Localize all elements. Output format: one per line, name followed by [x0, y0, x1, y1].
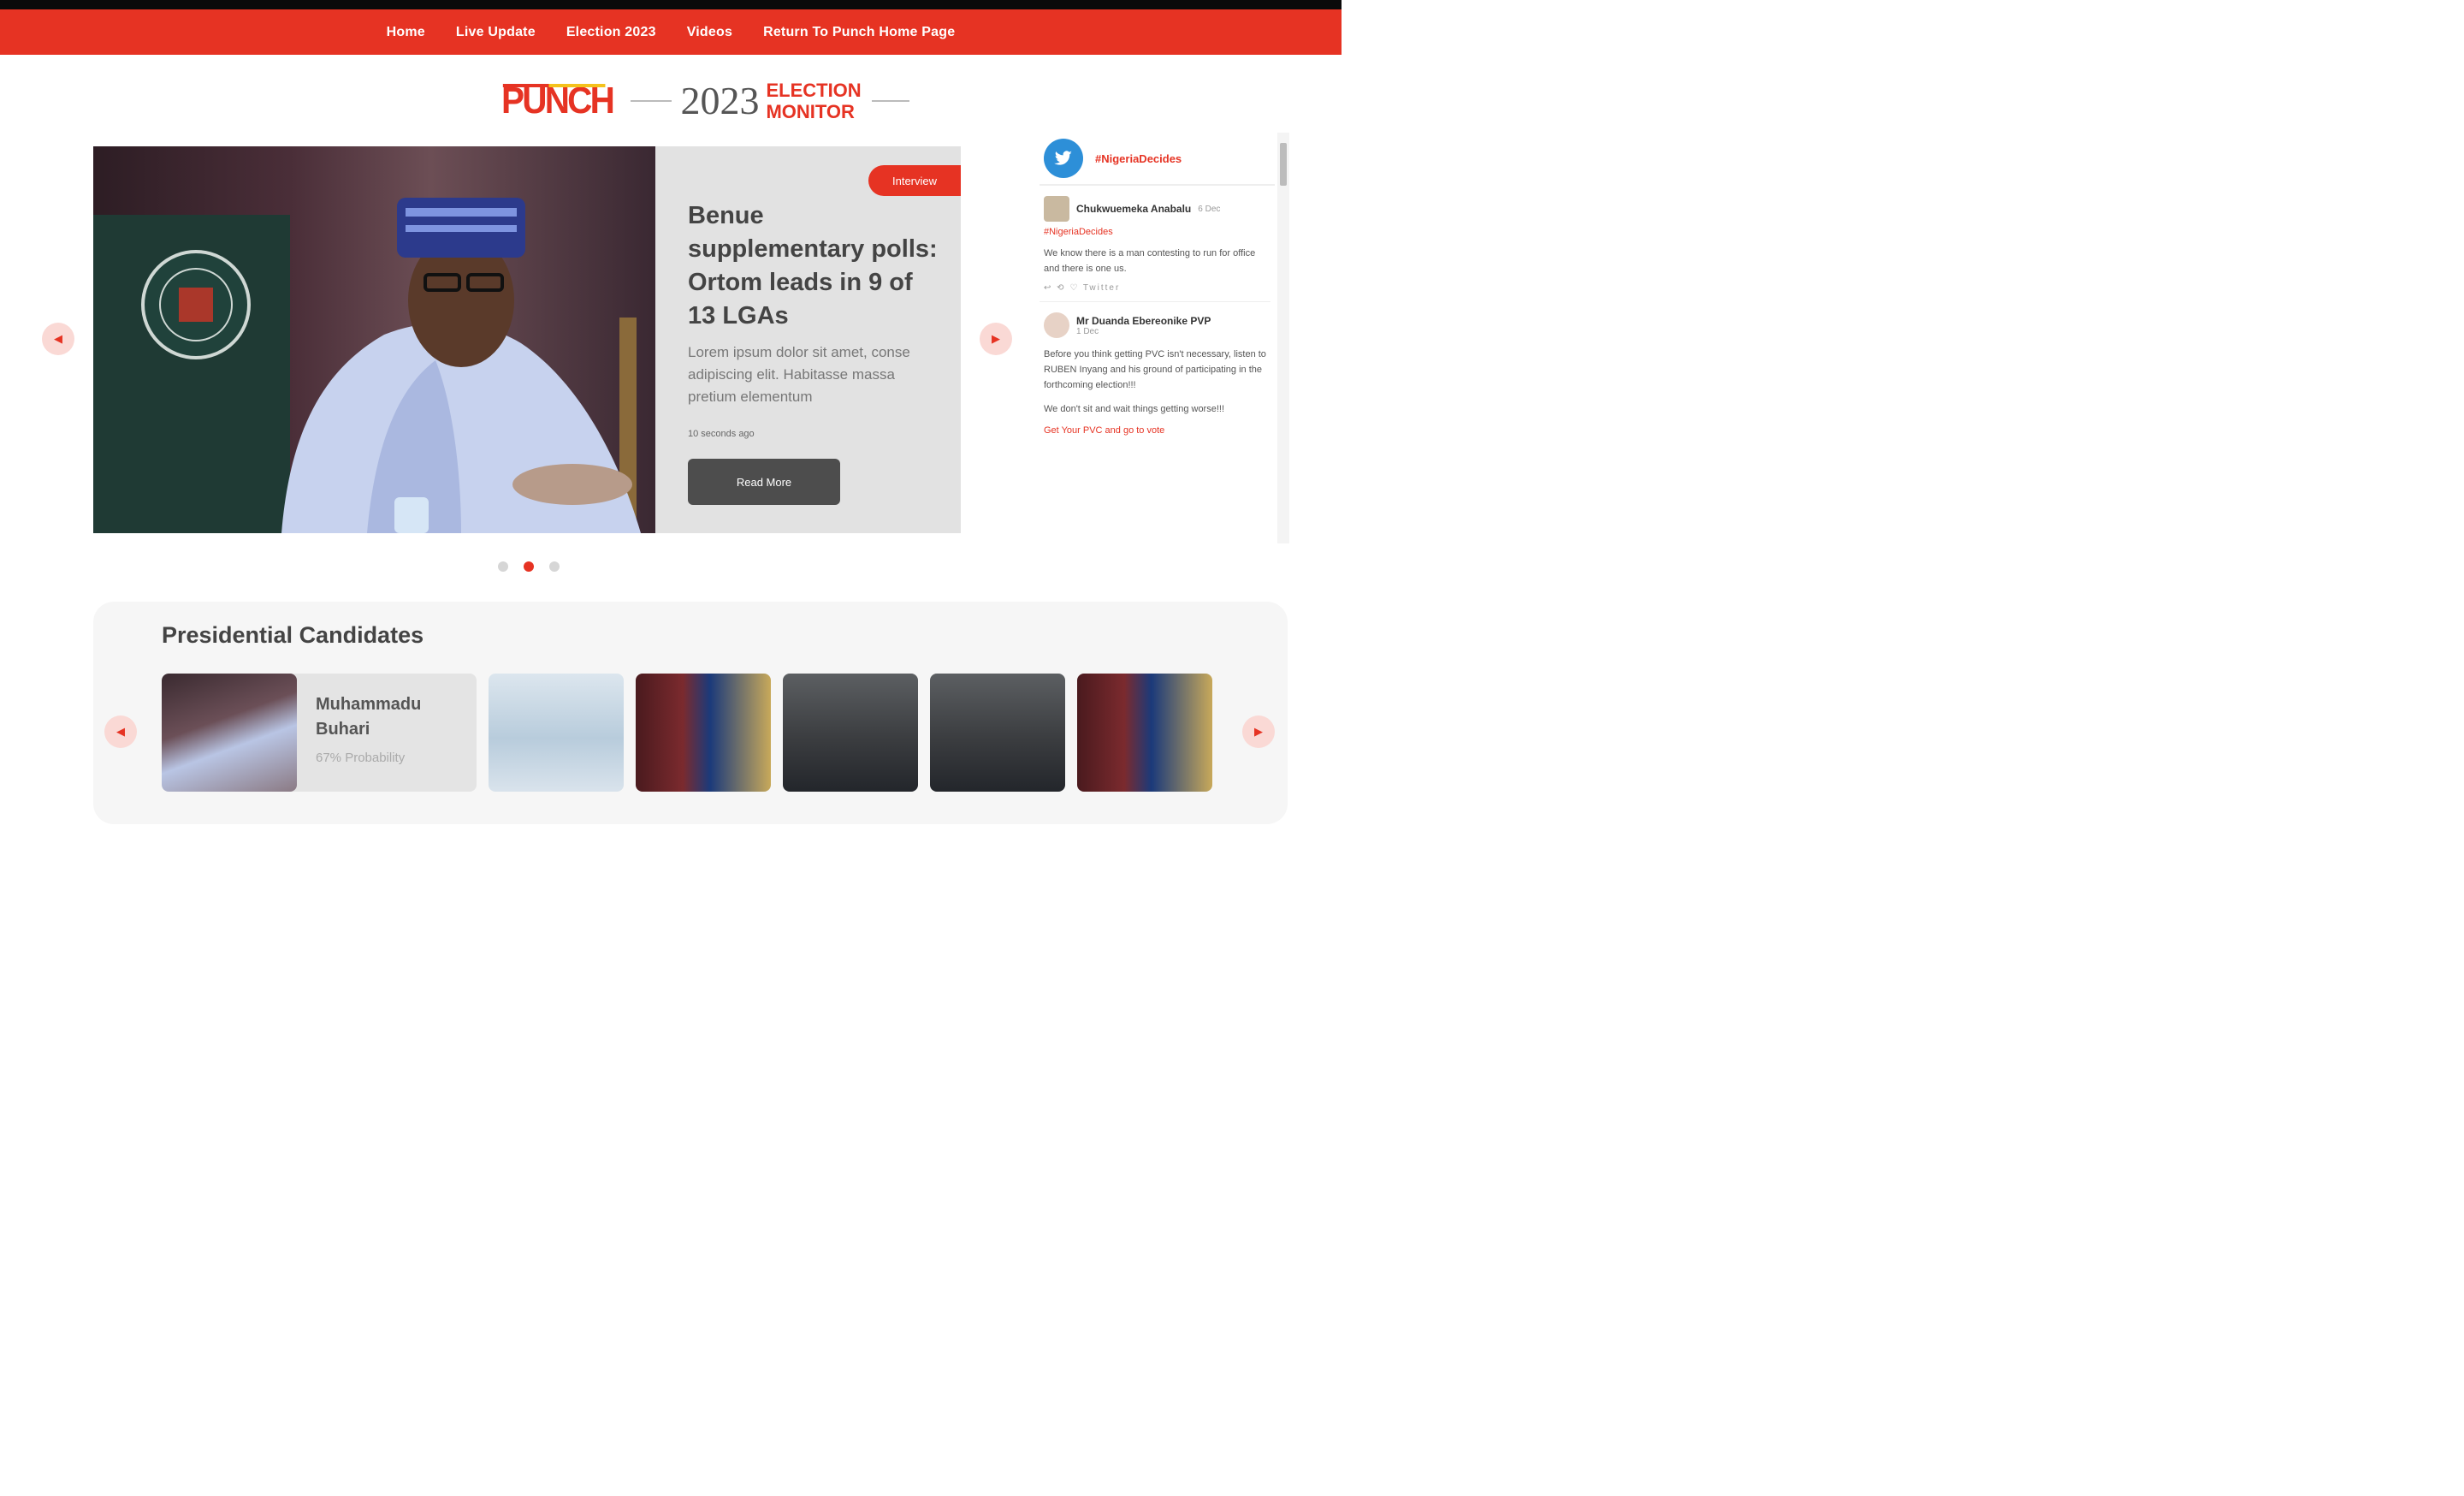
hero-prev-button[interactable]: ◀ — [42, 323, 74, 355]
tweet: Chukwuemeka Anabalu 6 Dec #NigeriaDecide… — [1040, 186, 1270, 302]
arrow-left-icon: ◀ — [54, 332, 62, 345]
twitter-feed: #NigeriaDecides Chukwuemeka Anabalu 6 De… — [1040, 133, 1289, 543]
brand-divider — [631, 100, 672, 102]
tweet-hashtag[interactable]: #NigeriaDecides — [1044, 227, 1266, 237]
brand-year: 2023 — [680, 79, 760, 122]
presidential-candidates: Presidential Candidates Muhammadu Buhari… — [93, 602, 1288, 824]
read-more-button[interactable]: Read More — [688, 459, 840, 505]
tweet-time: 1 Dec — [1076, 326, 1099, 336]
candidate-name: Muhammadu Buhari — [316, 695, 422, 739]
candidate-photo — [162, 674, 297, 792]
brand-line-2: MONITOR — [766, 101, 855, 122]
main-nav: Home Live Update Election 2023 Videos Re… — [0, 9, 1342, 55]
hero-info-panel: Interview Benue supplementary polls: Ort… — [655, 146, 961, 533]
candidate-card-featured[interactable]: Muhammadu Buhari 67% Probability — [162, 674, 477, 792]
tweet-text: We know there is a man contesting to run… — [1044, 248, 1256, 274]
brand-title: ELECTION MONITOR — [766, 80, 861, 122]
category-tag[interactable]: Interview — [868, 165, 961, 196]
twitter-hashtag[interactable]: #NigeriaDecides — [1095, 152, 1182, 165]
tweet-link[interactable]: Get Your PVC and go to vote — [1044, 425, 1266, 436]
twitter-bird-icon[interactable] — [1044, 139, 1083, 178]
candidate-card[interactable] — [636, 674, 771, 792]
twitter-feed-header: #NigeriaDecides — [1040, 133, 1275, 186]
tweet-text: Before you think getting PVC isn't neces… — [1044, 349, 1266, 390]
nav-return-home[interactable]: Return To Punch Home Page — [763, 25, 955, 40]
candidate-card[interactable] — [489, 674, 624, 792]
slider-pagination — [498, 561, 560, 572]
hero-timestamp: 10 seconds ago — [688, 429, 755, 439]
slider-dot-1[interactable] — [498, 561, 508, 572]
brand-line-1: ELECTION — [766, 80, 862, 101]
nav-videos[interactable]: Videos — [687, 25, 732, 40]
hero-next-button[interactable]: ▶ — [980, 323, 1012, 355]
site-brand[interactable]: PUNCH 2023 ELECTION MONITOR — [501, 79, 909, 123]
slider-dot-2[interactable] — [524, 561, 534, 572]
brand-divider-right — [871, 100, 909, 102]
tweet: Mr Duanda Ebereonike PVP 1 Dec Before yo… — [1040, 302, 1270, 444]
candidates-prev-button[interactable]: ◀ — [104, 715, 137, 748]
candidates-next-button[interactable]: ▶ — [1242, 715, 1275, 748]
nav-home[interactable]: Home — [387, 25, 425, 40]
hero-headline[interactable]: Benue supplementary polls: Ortom leads i… — [688, 199, 945, 333]
avatar[interactable] — [1044, 196, 1069, 222]
slider-dot-3[interactable] — [549, 561, 560, 572]
twitter-scrollbar[interactable] — [1277, 133, 1289, 543]
candidate-probability: 67% Probability — [316, 751, 406, 765]
arrow-left-icon: ◀ — [116, 725, 125, 738]
top-strip — [0, 0, 1342, 9]
tweet-actions[interactable]: ↩ ⟲ ♡ Twitter — [1044, 283, 1266, 293]
candidate-card[interactable] — [783, 674, 918, 792]
candidate-card[interactable] — [1077, 674, 1212, 792]
hero-photo-illustration — [93, 198, 641, 533]
tweet-author[interactable]: Mr Duanda Ebereonike PVP — [1076, 315, 1211, 327]
section-title: Presidential Candidates — [162, 622, 424, 648]
nav-live-update[interactable]: Live Update — [456, 25, 536, 40]
hero-excerpt: Lorem ipsum dolor sit amet, conse adipis… — [688, 344, 910, 405]
candidate-card[interactable] — [930, 674, 1065, 792]
avatar[interactable] — [1044, 312, 1069, 338]
scrollbar-thumb[interactable] — [1280, 143, 1287, 186]
candidate-carousel: Muhammadu Buhari 67% Probability — [162, 674, 1212, 792]
hero-image[interactable] — [93, 146, 655, 533]
hero-slider: Interview Benue supplementary polls: Ort… — [93, 146, 961, 533]
tweet-text-2: We don't sit and wait things getting wor… — [1044, 404, 1225, 414]
punch-logo[interactable]: PUNCH — [501, 82, 615, 120]
tweet-author[interactable]: Chukwuemeka Anabalu — [1076, 203, 1191, 215]
tweet-time: 6 Dec — [1198, 204, 1221, 214]
nav-election-2023[interactable]: Election 2023 — [566, 25, 656, 40]
arrow-right-icon: ▶ — [1254, 725, 1263, 738]
arrow-right-icon: ▶ — [992, 332, 1000, 345]
